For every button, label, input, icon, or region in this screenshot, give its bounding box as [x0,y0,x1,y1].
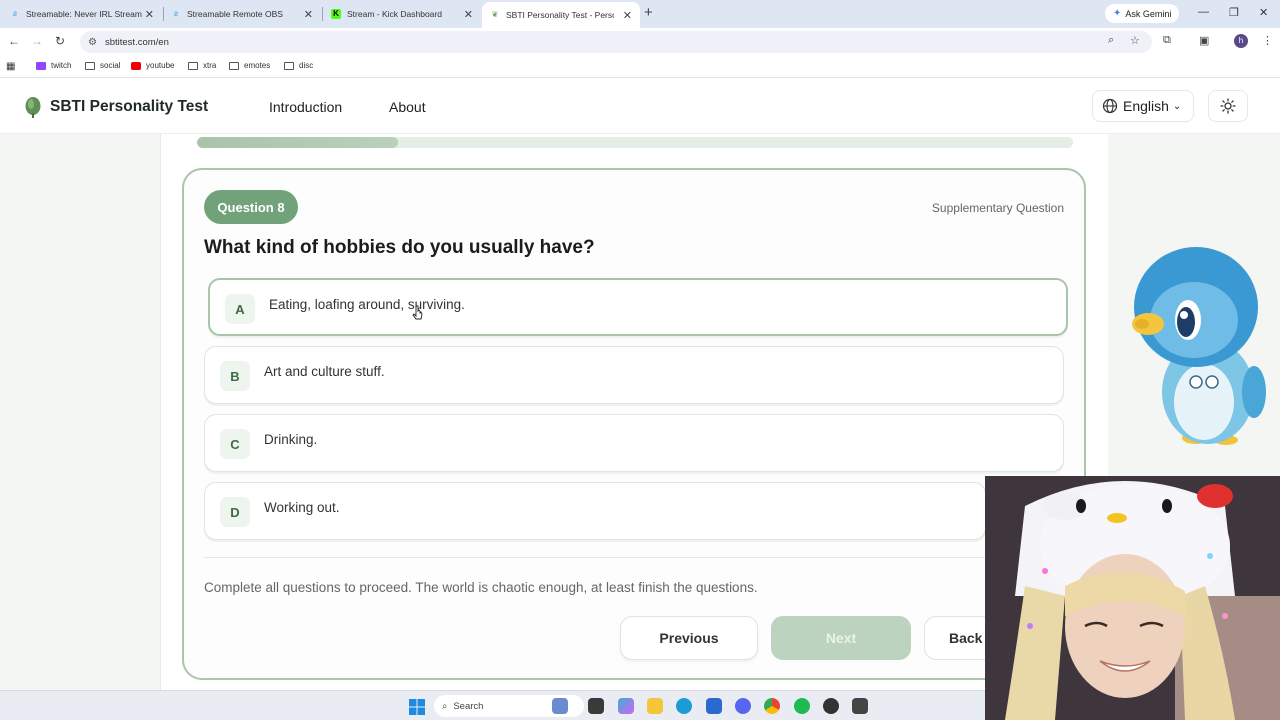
previous-button[interactable]: Previous [620,616,758,660]
minimize-icon[interactable]: — [1198,6,1209,18]
bookmark-twitch[interactable]: twitch [36,61,71,70]
address-bar[interactable]: ⚙ sbtitest.com/en [80,31,1152,53]
ask-gemini-button[interactable]: ✦ Ask Gemini [1105,4,1180,23]
bookmark-star-icon[interactable]: ☆ [1130,34,1140,47]
completion-hint: Complete all questions to proceed. The w… [204,580,758,595]
browser-tab[interactable]: K Stream - Kick Dashboard ✕ [323,3,481,25]
answer-option-a[interactable]: A Eating, loafing around, surviving. [208,278,1068,336]
bookmark-emotes[interactable]: emotes [229,61,270,70]
chevron-down-icon: ⌄ [1172,100,1182,112]
kick-icon: K [331,9,341,19]
bookmarks-bar: ▦ twitch social youtube xtra emotes disc [0,56,1280,78]
browser-toolbar: ← → ↻ ⚙ sbtitest.com/en ⌕ ☆ ⧉ ▣ h ⋮ [0,28,1280,56]
close-tab-icon[interactable]: ✕ [464,8,473,21]
twitch-icon [36,61,46,70]
mouse-cursor-icon [412,305,423,320]
option-text: Drinking. [264,432,318,447]
folder-icon [188,61,198,70]
spotify-icon[interactable] [794,698,810,714]
folder-icon [85,61,95,70]
obs-icon[interactable] [823,698,839,714]
bookmark-disc[interactable]: disc [284,61,313,70]
nav-introduction[interactable]: Introduction [269,99,342,115]
progress-bar [197,137,1073,148]
windows-taskbar: ⌕ Search [0,690,985,720]
close-window-icon[interactable]: ✕ [1259,6,1268,19]
apps-grid-icon[interactable]: ▦ [6,61,15,72]
gemini-icon: ✦ [1113,8,1122,19]
option-letter: B [220,361,250,391]
bookmark-youtube[interactable]: youtube [131,61,174,70]
option-text: Working out. [264,500,340,515]
option-letter: C [220,429,250,459]
close-tab-icon[interactable]: ✕ [623,9,632,22]
streamable-icon: ƨ [174,9,178,18]
taskbar-app-icon[interactable] [852,698,868,714]
streamable-icon: ƨ [13,9,17,18]
browser-tab-bar: ƨ Streamable: Never IRL Stream W ✕ ƨ Str… [0,0,1280,28]
answer-option-b[interactable]: B Art and culture stuff. [204,346,1064,404]
back-arrow-icon[interactable]: ← [8,34,20,48]
sbti-favicon-icon: ❦ [491,10,499,19]
site-info-icon[interactable]: ⚙ [88,37,97,48]
webcam-overlay-image [985,476,1280,720]
menu-kebab-icon[interactable]: ⋮ [1262,34,1273,47]
search-icon: ⌕ [442,700,448,712]
chrome-icon[interactable] [764,698,780,714]
answer-option-d[interactable]: D Working out. [204,482,986,540]
answer-option-c[interactable]: C Drinking. [204,414,1064,472]
divider [204,557,986,558]
windows-start-icon[interactable] [409,699,425,715]
store-icon[interactable] [706,698,722,714]
language-selector[interactable]: English ⌄ [1092,90,1194,122]
edge-icon[interactable] [676,698,692,714]
youtube-icon [131,61,141,70]
progress-fill [197,137,399,148]
new-tab-icon[interactable]: + [644,4,653,21]
bookmark-social[interactable]: social [85,61,120,70]
folder-icon [284,61,294,70]
reload-icon[interactable]: ↻ [55,34,65,48]
tab-search-icon[interactable]: ▣ [1199,34,1209,47]
streamer-webcam-feed [985,476,1280,720]
site-header: SBTI Personality Test Introduction About… [0,78,1280,134]
question-text: What kind of hobbies do you usually have… [204,237,595,258]
restore-icon[interactable]: ❐ [1229,6,1239,19]
theme-toggle-button[interactable] [1208,90,1248,122]
option-letter: A [225,294,255,324]
globe-icon [1102,98,1118,114]
nav-about[interactable]: About [389,99,426,115]
penguin-mascot-image [1132,247,1266,445]
question-number-badge: Question 8 [204,190,298,224]
bookmark-xtra[interactable]: xtra [188,61,216,70]
file-explorer-icon[interactable] [647,698,663,714]
option-text: Eating, loafing around, surviving. [269,297,465,312]
copilot-icon[interactable] [618,698,634,714]
taskbar-widget-icon[interactable] [552,698,568,714]
profile-avatar[interactable]: h [1234,34,1248,48]
question-type-label: Supplementary Question [931,201,1064,215]
option-text: Art and culture stuff. [264,364,385,379]
sun-icon [1220,98,1236,114]
close-tab-icon[interactable]: ✕ [304,8,313,21]
taskbar-app-icon[interactable] [588,698,604,714]
folder-icon [229,61,239,70]
leaf-logo-icon[interactable] [24,96,42,118]
close-tab-icon[interactable]: ✕ [145,8,154,21]
browser-tab[interactable]: ƨ Streamable Remote OBS ✕ [163,3,321,25]
zoom-icon[interactable]: ⌕ [1108,34,1114,47]
browser-tab-active[interactable]: ❦ SBTI Personality Test - Personali ✕ [482,2,640,28]
discord-icon[interactable] [735,698,751,714]
option-letter: D [220,497,250,527]
forward-arrow-icon[interactable]: → [31,34,43,48]
next-button[interactable]: Next [771,616,911,660]
brand-title[interactable]: SBTI Personality Test [50,98,208,116]
browser-tab[interactable]: ƨ Streamable: Never IRL Stream W ✕ [2,3,162,25]
extensions-icon[interactable]: ⧉ [1163,34,1171,47]
